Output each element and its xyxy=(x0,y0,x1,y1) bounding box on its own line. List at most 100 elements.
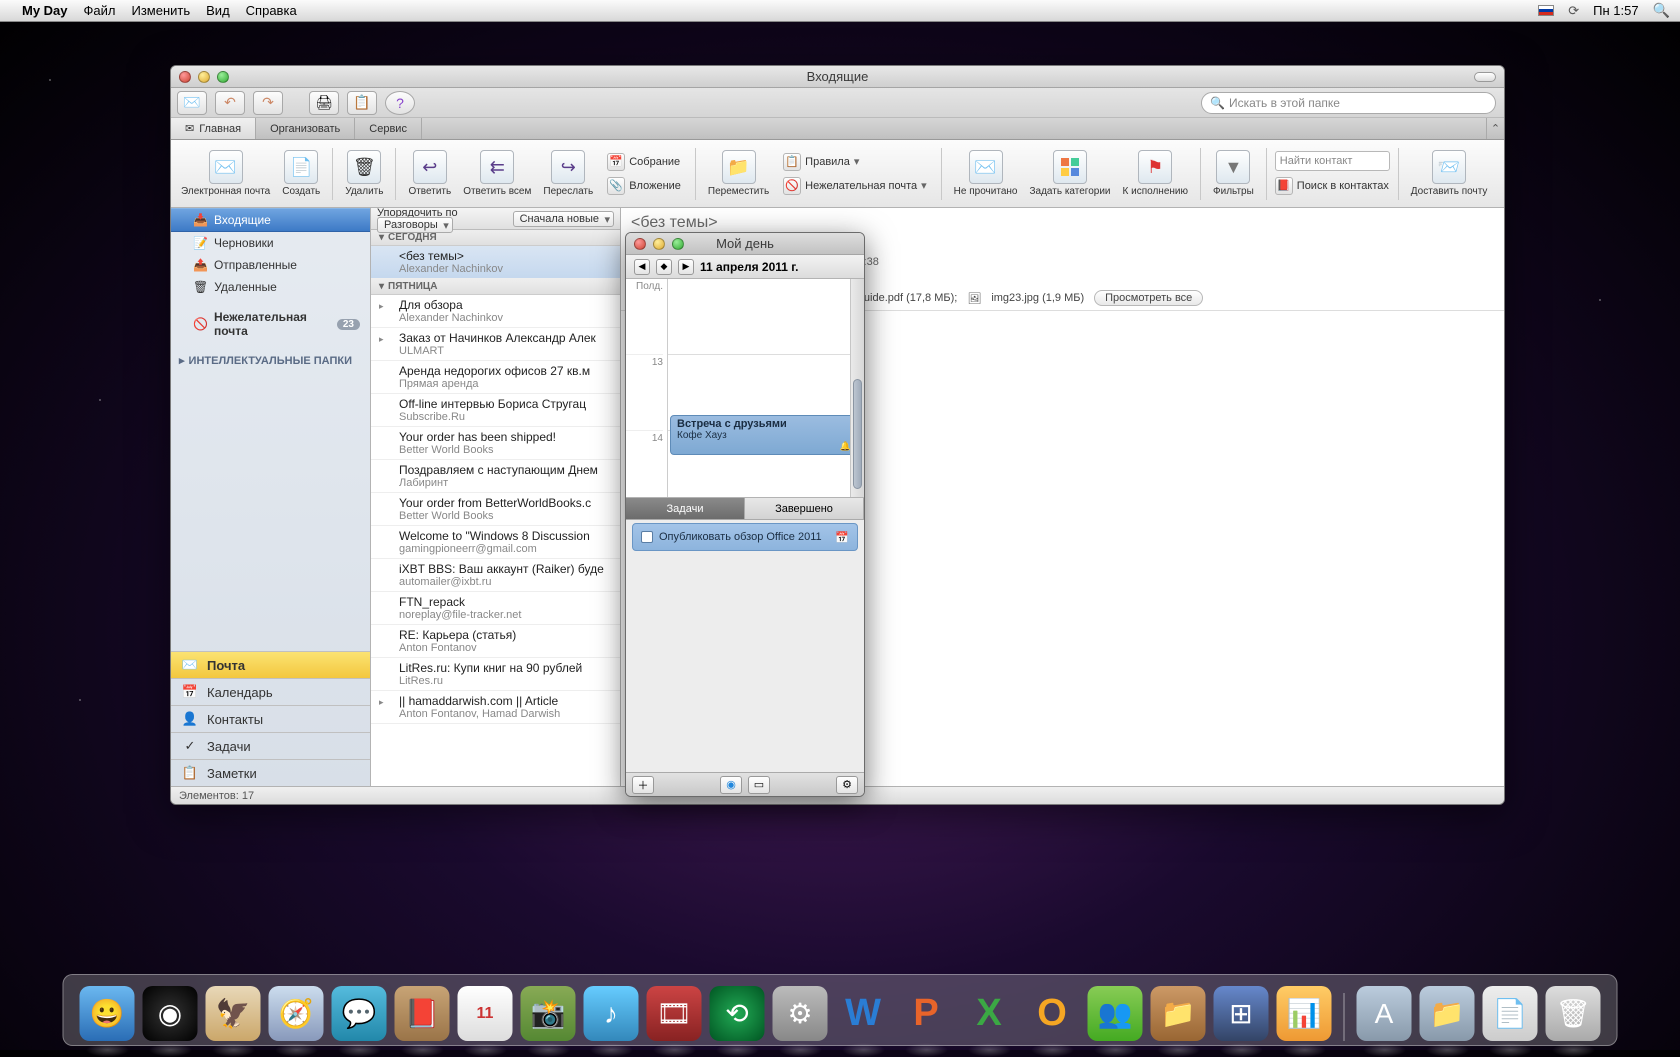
dock-ichat[interactable]: 💬 xyxy=(332,986,387,1041)
dock-trash[interactable]: 🗑 xyxy=(1546,986,1601,1041)
input-source-icon[interactable] xyxy=(1538,5,1554,16)
myday-help-button[interactable]: ◉ xyxy=(720,776,742,794)
message-item[interactable]: Welcome to "Windows 8 Discussiongamingpi… xyxy=(371,526,620,559)
dock-iphoto[interactable]: 🎞 xyxy=(647,986,702,1041)
message-item[interactable]: FTN_repacknoreplay@file-tracker.net xyxy=(371,592,620,625)
dock-word[interactable]: W xyxy=(836,986,891,1041)
rules-button[interactable]: 📋Правила ▾ xyxy=(783,151,927,173)
task-checkbox[interactable] xyxy=(641,531,653,543)
view-all-attachments-button[interactable]: Просмотреть все xyxy=(1094,290,1203,306)
calendar-event[interactable]: Встреча с друзьями Кофе Хауз 🔔 xyxy=(670,415,856,455)
nav-notes[interactable]: 📋Заметки xyxy=(171,759,370,786)
dock-outlook[interactable]: O xyxy=(1025,986,1080,1041)
dock-itunes[interactable]: ♪ xyxy=(584,986,639,1041)
message-item[interactable]: Аренда недорогих офисов 27 кв.мПрямая ар… xyxy=(371,361,620,394)
menu-help[interactable]: Справка xyxy=(246,3,297,18)
delete-button[interactable]: 🗑Удалить xyxy=(341,150,387,197)
menu-edit[interactable]: Изменить xyxy=(132,3,191,18)
nav-tasks[interactable]: ✓Задачи xyxy=(171,732,370,759)
dock-connection[interactable]: 📁 xyxy=(1151,986,1206,1041)
search-input[interactable]: 🔍 Искать в этой папке xyxy=(1201,92,1496,114)
unread-button[interactable]: ✉️Не прочитано xyxy=(950,150,1022,197)
myday-close-icon[interactable] xyxy=(634,238,646,250)
window-titlebar[interactable]: Входящие xyxy=(171,66,1504,88)
dock-parallels[interactable]: ⊞ xyxy=(1214,986,1269,1041)
move-button[interactable]: 📁Переместить xyxy=(704,150,773,197)
followup-button[interactable]: ⚑К исполнению xyxy=(1119,150,1192,197)
message-item[interactable]: Поздравляем с наступающим ДнемЛабиринт xyxy=(371,460,620,493)
find-contact-input[interactable]: Найти контакт xyxy=(1275,151,1390,171)
message-item[interactable]: ▸|| hamaddarwish.com || ArticleAnton Fon… xyxy=(371,691,620,724)
menu-view[interactable]: Вид xyxy=(206,3,230,18)
myday-titlebar[interactable]: Мой день xyxy=(626,233,864,255)
reply-all-button[interactable]: ⇇Ответить всем xyxy=(459,150,535,197)
dock-dashboard[interactable]: ◉ xyxy=(143,986,198,1041)
dock-messenger[interactable]: 👥 xyxy=(1088,986,1143,1041)
new-email-button[interactable]: ✉️Электронная почта xyxy=(177,150,274,197)
task-item[interactable]: Опубликовать обзор Office 2011 📅 xyxy=(632,523,858,551)
nav-mail[interactable]: ✉️Почта xyxy=(171,651,370,678)
myday-zoom-icon[interactable] xyxy=(672,238,684,250)
tab-home[interactable]: ✉Главная xyxy=(171,118,256,139)
junk-button[interactable]: 🚫Нежелательная почта ▾ xyxy=(783,175,927,197)
spotlight-icon[interactable]: 🔍 xyxy=(1653,2,1670,19)
send-receive-button[interactable]: ✉️ xyxy=(177,91,207,115)
folder-inbox[interactable]: 📥Входящие xyxy=(171,208,370,232)
ribbon-collapse-icon[interactable]: ⌃ xyxy=(1486,118,1504,139)
app-menu[interactable]: My Day xyxy=(22,3,68,18)
forward-button[interactable]: ↪Переслать xyxy=(539,150,597,197)
nav-contacts[interactable]: 👤Контакты xyxy=(171,705,370,732)
attachment-reply-button[interactable]: 📎Вложение xyxy=(607,175,681,197)
dock-applications[interactable]: A xyxy=(1357,986,1412,1041)
prev-day-button[interactable]: ◀ xyxy=(634,259,650,275)
dock-ical[interactable]: 11 xyxy=(458,986,513,1041)
tab-completed[interactable]: Завершено xyxy=(745,498,864,519)
message-item[interactable]: Your order has been shipped!Better World… xyxy=(371,427,620,460)
dock-timemachine[interactable]: ⟲ xyxy=(710,986,765,1041)
folder-drafts[interactable]: 📝Черновики xyxy=(171,232,370,254)
window-zoom-icon[interactable] xyxy=(217,71,229,83)
smart-folders-header[interactable]: ▸ИНТЕЛЛЕКТУАЛЬНЫЕ ПАПКИ xyxy=(171,350,370,371)
dock-addressbook[interactable]: 📕 xyxy=(395,986,450,1041)
categorize-button[interactable]: Задать категории xyxy=(1025,150,1114,197)
dock-mail[interactable]: 🦅 xyxy=(206,986,261,1041)
filters-button[interactable]: ▼Фильтры xyxy=(1209,150,1258,197)
dock-notes-app[interactable]: 📊 xyxy=(1277,986,1332,1041)
message-item[interactable]: Off-line интервью Бориса СтругацSubscrib… xyxy=(371,394,620,427)
dock-powerpoint[interactable]: P xyxy=(899,986,954,1041)
send-receive-button-ribbon[interactable]: 📨Доставить почту xyxy=(1407,150,1492,197)
myday-minimize-icon[interactable] xyxy=(653,238,665,250)
today-button[interactable]: ◆ xyxy=(656,259,672,275)
dock-excel[interactable]: X xyxy=(962,986,1017,1041)
message-item[interactable]: <без темы>Alexander Nachinkov xyxy=(371,246,620,279)
new-item-button[interactable]: 📄Создать xyxy=(278,150,324,197)
message-item[interactable]: ▸Заказ от Начинков Александр АлекULMART xyxy=(371,328,620,361)
contacts-search-button[interactable]: 📕Поиск в контактах xyxy=(1275,175,1390,197)
window-minimize-icon[interactable] xyxy=(198,71,210,83)
folder-deleted[interactable]: 🗑Удаленные xyxy=(171,276,370,298)
window-close-icon[interactable] xyxy=(179,71,191,83)
dock-photobooth[interactable]: 📸 xyxy=(521,986,576,1041)
meeting-reply-button[interactable]: 📅Собрание xyxy=(607,151,681,173)
message-item[interactable]: LitRes.ru: Купи книг на 90 рублейLitRes.… xyxy=(371,658,620,691)
group-friday[interactable]: ▾ПЯТНИЦА xyxy=(371,279,620,295)
dock-downloads[interactable]: 📄 xyxy=(1483,986,1538,1041)
menu-file[interactable]: Файл xyxy=(84,3,116,18)
undo-button[interactable]: ↶ xyxy=(215,91,245,115)
print-button[interactable]: 🖨 xyxy=(309,91,339,115)
dock-preferences[interactable]: ⚙ xyxy=(773,986,828,1041)
folder-junk[interactable]: 🚫Нежелательная почта23 xyxy=(171,306,370,342)
calendar-scrollbar[interactable] xyxy=(850,279,864,497)
timemachine-icon[interactable]: ⟳ xyxy=(1568,3,1579,19)
myday-calendar[interactable]: Полд. 13 14 15 Встреча с друзьями Кофе Х… xyxy=(626,279,864,498)
nav-calendar[interactable]: 📅Календарь xyxy=(171,678,370,705)
message-item[interactable]: iXBT BBS: Ваш аккаунт (Raiker) будеautom… xyxy=(371,559,620,592)
clock[interactable]: Пн 1:57 xyxy=(1593,3,1638,18)
dock-safari[interactable]: 🧭 xyxy=(269,986,324,1041)
myday-toggle-button[interactable]: 📋 xyxy=(347,91,377,115)
message-item[interactable]: RE: Карьера (статья)Anton Fontanov xyxy=(371,625,620,658)
toolbar-toggle-icon[interactable] xyxy=(1474,72,1496,82)
dock-finder[interactable]: 😀 xyxy=(80,986,135,1041)
folder-sent[interactable]: 📤Отправленные xyxy=(171,254,370,276)
attachment-jpg[interactable]: img23.jpg (1,9 МБ) xyxy=(991,292,1084,304)
